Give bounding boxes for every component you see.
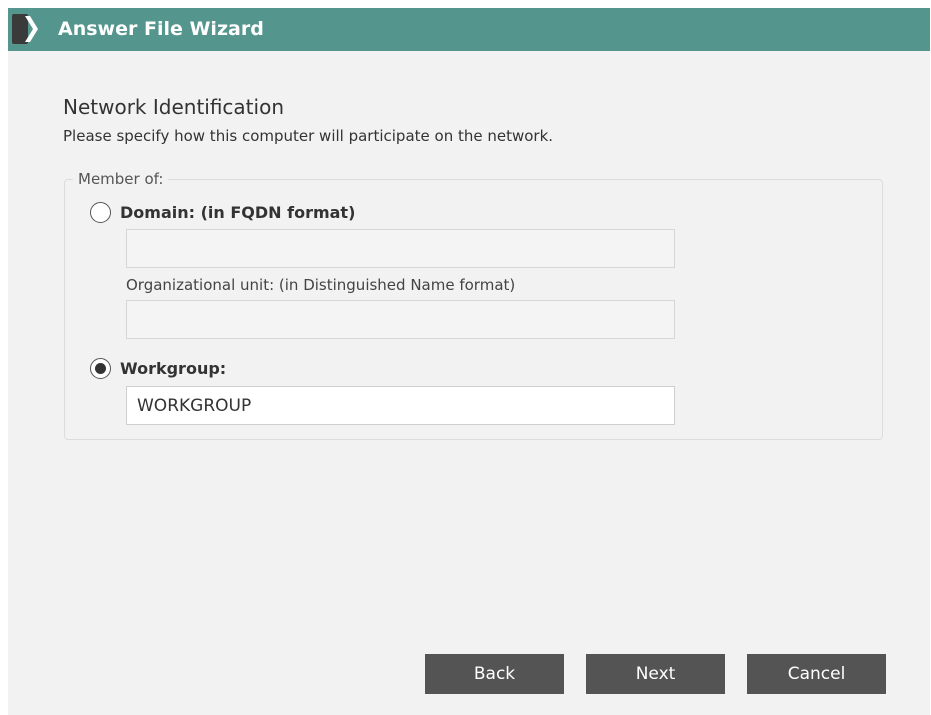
workgroup-input[interactable]: [126, 386, 675, 425]
workgroup-radio-option[interactable]: Workgroup:: [90, 358, 226, 379]
workgroup-radio[interactable]: [90, 358, 111, 379]
workgroup-radio-label: Workgroup:: [120, 359, 227, 378]
organizational-unit-input[interactable]: [126, 300, 675, 339]
cancel-button[interactable]: Cancel: [747, 654, 886, 694]
page-title: Network Identification: [63, 95, 284, 119]
organizational-unit-label: Organizational unit: (in Distinguished N…: [126, 276, 516, 294]
domain-radio-option[interactable]: Domain: (in FQDN format): [90, 202, 355, 223]
window-title: Answer File Wizard: [58, 18, 264, 40]
member-of-legend: Member of:: [73, 170, 169, 188]
domain-radio-label: Domain: (in FQDN format): [120, 203, 356, 222]
domain-radio[interactable]: [90, 202, 111, 223]
back-button[interactable]: Back: [425, 654, 564, 694]
chevron-right-logo-icon: [12, 14, 38, 44]
page-subtitle: Please specify how this computer will pa…: [63, 127, 554, 145]
radio-selected-dot: [95, 363, 106, 374]
wizard-window: Answer File Wizard Network Identificatio…: [8, 8, 930, 715]
next-button[interactable]: Next: [586, 654, 725, 694]
title-bar: Answer File Wizard: [8, 8, 930, 51]
domain-input[interactable]: [126, 229, 675, 268]
